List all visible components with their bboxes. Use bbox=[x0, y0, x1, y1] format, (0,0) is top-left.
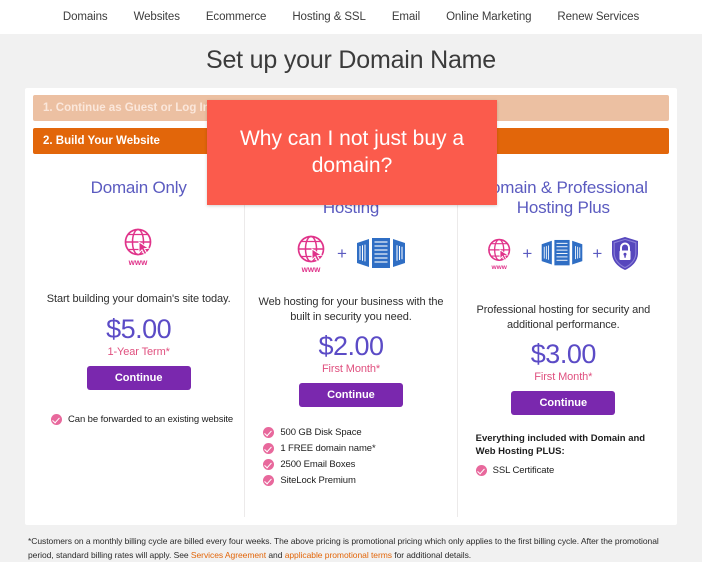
pricing-card-domain-professional-hosting[interactable]: Domain & Professional Hosting www + bbox=[244, 164, 456, 517]
plus-sign-icon: + bbox=[592, 244, 603, 264]
billing-disclaimer: *Customers on a monthly billing cycle ar… bbox=[28, 534, 676, 562]
card-title: Domain Only bbox=[90, 178, 187, 197]
disclaimer-text-part2: and bbox=[266, 550, 285, 561]
page-title: Set up your Domain Name bbox=[206, 46, 496, 74]
globe-www-icon: www bbox=[488, 238, 511, 271]
feature-item: 1 FREE domain name* bbox=[263, 443, 446, 455]
feature-item: 500 GB Disk Space bbox=[263, 427, 446, 439]
svg-text:www: www bbox=[491, 264, 508, 271]
feature-list-heading: Everything included with Domain and Web … bbox=[475, 433, 646, 457]
card-icon-row: www bbox=[122, 224, 156, 270]
check-circle-icon bbox=[263, 459, 275, 471]
feature-label: 2500 Email Boxes bbox=[280, 459, 356, 471]
card-price: $5.00 bbox=[106, 314, 172, 345]
feature-item: SiteLock Premium bbox=[263, 475, 446, 487]
feature-label: 1 FREE domain name* bbox=[280, 443, 376, 455]
svg-text:www: www bbox=[301, 265, 321, 274]
server-rack-icon bbox=[542, 240, 583, 266]
card-price-term: First Month* bbox=[321, 363, 381, 376]
nav-item-domains[interactable]: Domains bbox=[63, 11, 108, 23]
feature-item: Can be forwarded to an existing website bbox=[51, 413, 234, 425]
card-description: Professional hosting for security and ad… bbox=[476, 303, 651, 331]
card-description: Start building your domain's site today. bbox=[46, 293, 231, 306]
plus-sign-icon: + bbox=[522, 244, 533, 264]
card-description: Web hosting for your business with the b… bbox=[258, 295, 444, 323]
check-circle-icon bbox=[51, 413, 62, 425]
globe-www-icon: www bbox=[297, 235, 325, 274]
card-price: $3.00 bbox=[530, 339, 597, 370]
card-price-term: First Month* bbox=[534, 371, 593, 384]
disclaimer-text-part3: for additional details. bbox=[391, 550, 472, 561]
pricing-card-domain-professional-hosting-plus[interactable]: Domain & Professional Hosting Plus www + bbox=[456, 164, 669, 517]
overlay-question-text: Why can I not just buy a domain? bbox=[239, 127, 465, 177]
step-1-label: 1. Continue as Guest or Log In bbox=[43, 102, 210, 114]
shield-lock-icon bbox=[612, 236, 639, 270]
question-overlay-box: Why can I not just buy a domain? bbox=[207, 100, 497, 205]
globe-www-icon: www bbox=[124, 229, 152, 267]
svg-text:www: www bbox=[127, 258, 147, 267]
check-circle-icon bbox=[263, 475, 275, 487]
feature-label: SSL Certificate bbox=[492, 464, 555, 476]
promotional-terms-link[interactable]: applicable promotional terms bbox=[285, 550, 392, 560]
card-feature-list: 500 GB Disk Space 1 FREE domain name* 25… bbox=[255, 427, 446, 491]
nav-item-ecommerce[interactable]: Ecommerce bbox=[206, 11, 267, 23]
feature-item: 2500 Email Boxes bbox=[263, 459, 446, 471]
nav-item-online-marketing[interactable]: Online Marketing bbox=[446, 11, 531, 23]
continue-button-professional-hosting[interactable]: Continue bbox=[298, 383, 403, 408]
card-icon-row: www + bbox=[486, 231, 640, 277]
check-circle-icon bbox=[475, 464, 487, 476]
feature-label: SiteLock Premium bbox=[280, 475, 356, 487]
card-price: $2.00 bbox=[318, 331, 384, 362]
services-agreement-link[interactable]: Services Agreement bbox=[191, 550, 266, 560]
check-circle-icon bbox=[263, 443, 275, 455]
continue-button-domain-only[interactable]: Continue bbox=[86, 365, 191, 390]
check-circle-icon bbox=[263, 427, 275, 439]
feature-label: Can be forwarded to an existing website bbox=[68, 413, 234, 425]
card-icon-row: www + bbox=[295, 231, 407, 277]
server-rack-icon bbox=[356, 237, 405, 268]
pricing-cards-row: Domain Only www Start building your doma… bbox=[33, 164, 669, 517]
feature-label: 500 GB Disk Space bbox=[280, 427, 362, 439]
nav-item-renew-services[interactable]: Renew Services bbox=[557, 11, 639, 23]
top-navigation-bar: Domains Websites Ecommerce Hosting & SSL… bbox=[0, 0, 702, 34]
nav-item-websites[interactable]: Websites bbox=[134, 11, 180, 23]
plus-sign-icon: + bbox=[337, 244, 347, 264]
card-price-term: 1-Year Term* bbox=[107, 345, 170, 358]
nav-item-hosting-ssl[interactable]: Hosting & SSL bbox=[292, 11, 366, 23]
card-feature-list: Everything included with Domain and Web … bbox=[468, 433, 659, 481]
feature-item: SSL Certificate bbox=[475, 464, 659, 476]
pricing-card-domain-only[interactable]: Domain Only www Start building your doma… bbox=[33, 164, 244, 517]
card-feature-list: Can be forwarded to an existing website bbox=[43, 413, 234, 430]
nav-item-email[interactable]: Email bbox=[392, 11, 420, 23]
step-2-label: 2. Build Your Website bbox=[43, 135, 160, 147]
continue-button-hosting-plus[interactable]: Continue bbox=[511, 391, 616, 416]
